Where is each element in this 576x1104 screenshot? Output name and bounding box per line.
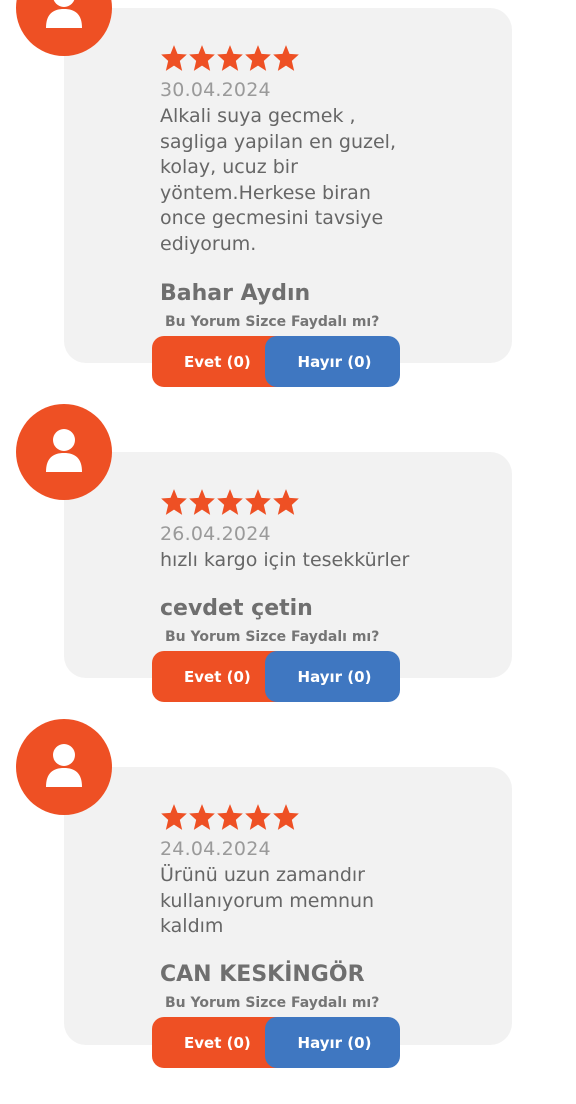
user-icon [46,429,82,472]
review-author: Bahar Aydın [160,281,311,306]
star-icon [189,804,215,830]
helpful-buttons: Evet (0) Hayır (0) [152,336,400,387]
star-icon [189,45,215,71]
star-icon [245,45,271,71]
rating-stars [160,44,300,74]
helpful-question: Bu Yorum Sizce Faydalı mı? [165,314,380,330]
review-date: 30.04.2024 [160,79,271,101]
star-icon [161,804,187,830]
review-text: Ürünü uzun zamandır kullanıyorum memnun … [160,864,375,937]
review-author: CAN KESKİNGÖR [160,962,365,987]
avatar [16,404,112,500]
avatar [16,719,112,815]
review-item: 30.04.2024 Alkali suya gecmek , sagliga … [0,0,576,400]
user-icon [46,744,82,787]
star-icon [273,45,299,71]
review-author: cevdet çetin [160,596,313,621]
star-icon [245,804,271,830]
helpful-buttons: Evet (0) Hayır (0) [152,651,400,702]
review-item: 24.04.2024 Ürünü uzun zamandır kullanıyo… [0,716,576,1104]
star-icon [161,45,187,71]
review-date: 26.04.2024 [160,523,271,545]
star-icon [189,489,215,515]
star-icon [273,804,299,830]
rating-stars [160,803,300,833]
star-icon [217,804,243,830]
review-item: 26.04.2024 hızlı kargo için tesekkürler … [0,400,576,716]
rating-stars [160,488,300,518]
review-text: Alkali suya gecmek , sagliga yapilan en … [160,105,396,255]
review-text: hızlı kargo için tesekkürler [160,549,410,571]
review-date: 24.04.2024 [160,838,271,860]
no-button[interactable]: Hayır (0) [265,1017,400,1068]
helpful-buttons: Evet (0) Hayır (0) [152,1017,400,1068]
star-icon [217,45,243,71]
no-button[interactable]: Hayır (0) [265,336,400,387]
star-icon [273,489,299,515]
helpful-question: Bu Yorum Sizce Faydalı mı? [165,995,380,1011]
helpful-question: Bu Yorum Sizce Faydalı mı? [165,629,380,645]
star-icon [245,489,271,515]
star-icon [161,489,187,515]
no-button[interactable]: Hayır (0) [265,651,400,702]
user-icon [46,0,82,28]
star-icon [217,489,243,515]
